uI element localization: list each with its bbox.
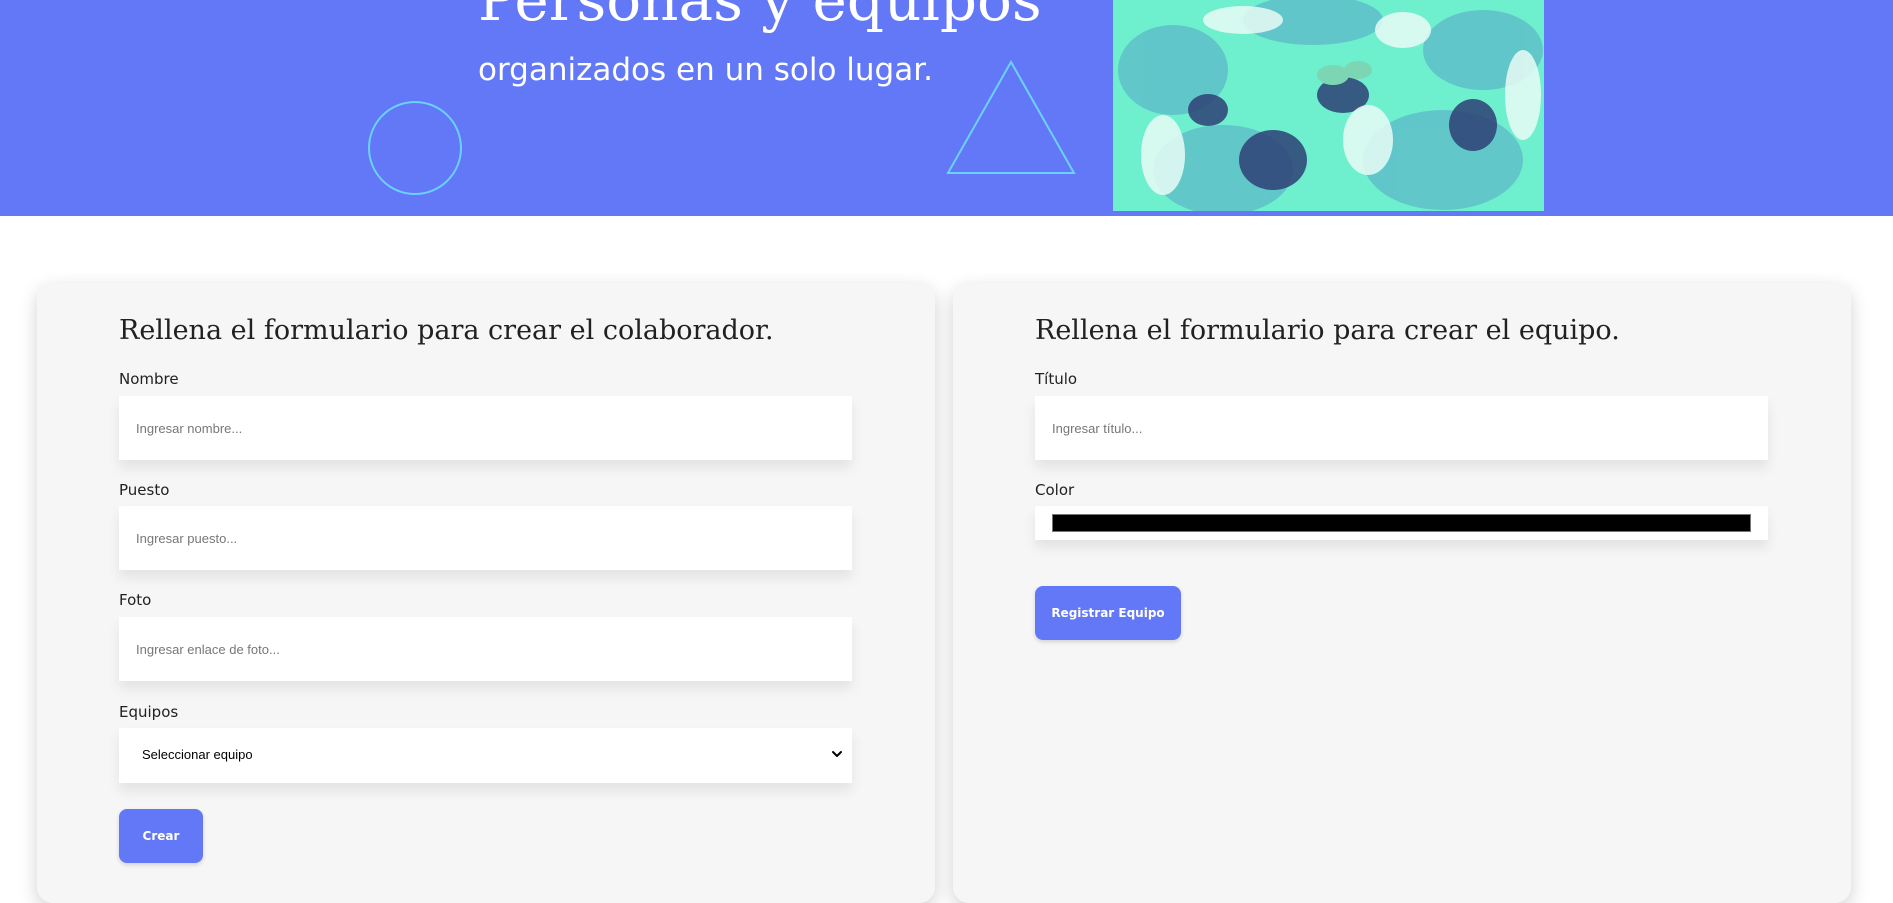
- team-label: Equipos: [119, 703, 179, 721]
- color-picker[interactable]: [1035, 506, 1768, 540]
- collaborator-form-title: Rellena el formulario para crear el cola…: [119, 315, 774, 346]
- create-button[interactable]: Crear: [119, 809, 203, 863]
- position-input[interactable]: [119, 506, 852, 570]
- color-swatch: [1052, 514, 1751, 532]
- hero-banner: Personas y equipos organizados en un sol…: [0, 0, 1893, 216]
- decorative-triangle: [946, 60, 1076, 174]
- collaborator-form: Rellena el formulario para crear el cola…: [37, 283, 935, 903]
- hero-title: Personas y equipos: [478, 0, 1042, 34]
- color-label: Color: [1035, 481, 1075, 499]
- title-label: Título: [1035, 370, 1078, 388]
- team-hands-image: [1113, 0, 1544, 211]
- photo-input[interactable]: [119, 617, 852, 681]
- position-label: Puesto: [119, 481, 170, 499]
- name-label: Nombre: [119, 370, 179, 388]
- title-input[interactable]: [1035, 396, 1768, 460]
- decorative-circle: [368, 101, 462, 195]
- team-form: Rellena el formulario para crear el equi…: [953, 283, 1851, 903]
- register-team-button[interactable]: Registrar Equipo: [1035, 586, 1181, 640]
- team-select[interactable]: Seleccionar equipo: [119, 728, 852, 783]
- hero-subtitle: organizados en un solo lugar.: [478, 52, 933, 88]
- photo-label: Foto: [119, 591, 152, 609]
- team-select-value: Seleccionar equipo: [142, 747, 253, 762]
- chevron-down-icon: [832, 751, 842, 757]
- team-form-title: Rellena el formulario para crear el equi…: [1035, 315, 1620, 346]
- name-input[interactable]: [119, 396, 852, 460]
